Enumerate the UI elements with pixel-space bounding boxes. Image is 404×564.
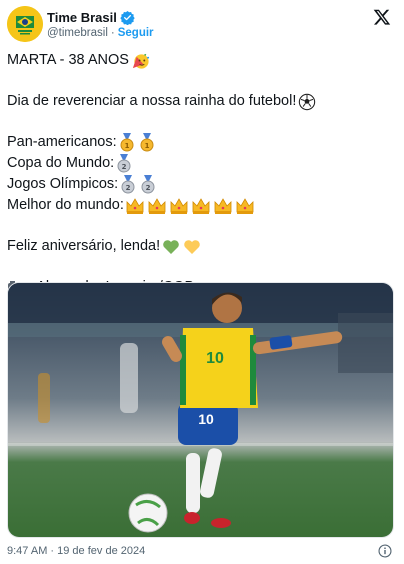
tweet-line: MARTA - 38 ANOS [7,50,397,71]
timestamp[interactable]: 9:47 AM · 19 de fev de 2024 [7,543,145,559]
svg-text:2: 2 [146,184,151,192]
info-icon[interactable] [378,544,392,558]
tweet-line: Melhor do mundo: [7,195,397,216]
svg-text:1: 1 [144,142,149,150]
crown-emoji-icon [126,197,256,215]
tweet-text-line: Jogos Olímpicos: [7,176,119,192]
tweet-photo[interactable]: 10 10 [7,282,394,538]
follow-button[interactable]: Seguir [118,27,154,39]
tweet-line: Copa do Mundo: 2 [7,153,397,174]
separator-dot: · [110,27,115,39]
timestamp-text[interactable]: 9:47 AM · 19 de fev de 2024 [7,545,145,557]
tweet-line: Jogos Olímpicos: 22 [7,174,397,195]
avatar[interactable] [7,6,43,42]
tweet-line: Feliz aniversário, lenda! [7,236,397,257]
tweet-text-line: Melhor do mundo: [7,197,124,213]
gold-medal-emoji-icon: 11 [119,133,157,152]
tweet-line: Pan-americanos: 11 [7,132,397,153]
tweet-text-line: Feliz aniversário, lenda! [7,238,161,254]
tweet-text-line: MARTA - 38 ANOS [7,52,129,68]
jersey-number: 10 [198,411,214,427]
tweet-text-line: Pan-americanos: [7,134,117,150]
tweet-header: Time Brasil @timebrasil · Seguir [0,0,404,46]
hearts-emoji-icon [162,238,202,256]
display-name[interactable]: Time Brasil [47,10,117,25]
tweet-text-line: Copa do Mundo: [7,155,115,171]
party-face-emoji-icon [131,51,150,70]
svg-text:2: 2 [126,184,131,192]
verified-badge-icon [120,10,135,25]
jersey-number: 10 [206,350,224,367]
handle[interactable]: @timebrasil [47,27,108,39]
silver-medal-emoji-icon: 22 [120,175,158,194]
svg-text:2: 2 [122,163,127,171]
silver-medal-emoji-icon: 2 [116,154,134,173]
svg-text:1: 1 [124,142,129,150]
tweet-text: MARTA - 38 ANOS Dia de reverenciar a nos… [7,50,397,298]
tweet-text-line: Dia de reverenciar a nossa rainha do fut… [7,93,297,109]
soccer-ball-emoji-icon [298,93,316,111]
x-logo-icon[interactable] [373,8,391,26]
tweet-line: Dia de reverenciar a nossa rainha do fut… [7,91,397,112]
